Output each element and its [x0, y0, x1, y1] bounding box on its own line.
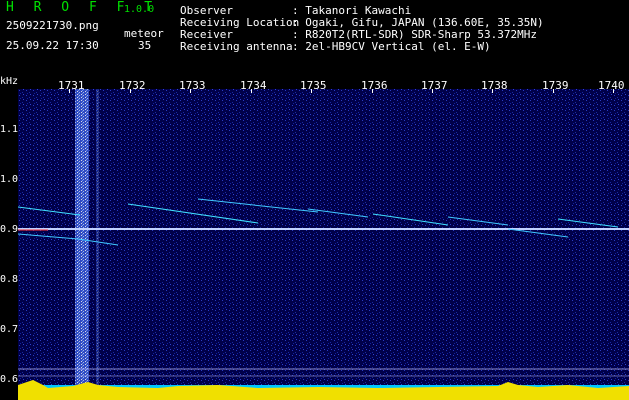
header-panel: H R O F F T 1.0.0 2509221730.png 25.09.2…: [0, 0, 629, 76]
x-tick: [372, 89, 373, 93]
x-tick: [492, 89, 493, 93]
antenna-label: Receiving antenna: [180, 40, 293, 53]
y-axis-unit: kHz: [0, 76, 19, 87]
y-tick-label: 1.1: [0, 124, 19, 135]
y-tick-label: 0.7: [0, 324, 19, 335]
meteor-count-value: 35: [138, 39, 152, 52]
antenna-value: : 2el-HB9CV Vertical (el. E-W): [292, 40, 491, 53]
x-tick: [69, 89, 70, 93]
date-time: 25.09.22 17:30: [6, 39, 99, 52]
x-tick: [613, 89, 614, 93]
file-name: 2509221730.png: [6, 19, 99, 32]
x-tick: [130, 89, 131, 93]
interference-band-faint: [96, 89, 99, 400]
x-tick: [190, 89, 191, 93]
spectrogram: [18, 89, 629, 400]
interference-band: [75, 89, 89, 400]
y-tick-label: 1.0: [0, 174, 19, 185]
x-tick: [553, 89, 554, 93]
y-tick-label: 0.6: [0, 374, 19, 385]
y-tick-label: 0.9: [0, 224, 19, 235]
x-tick: [432, 89, 433, 93]
app-version: 1.0.0: [124, 4, 155, 15]
x-tick: [251, 89, 252, 93]
x-tick: [311, 89, 312, 93]
spectrogram-background: [18, 89, 629, 400]
y-tick-label: 0.8: [0, 274, 19, 285]
